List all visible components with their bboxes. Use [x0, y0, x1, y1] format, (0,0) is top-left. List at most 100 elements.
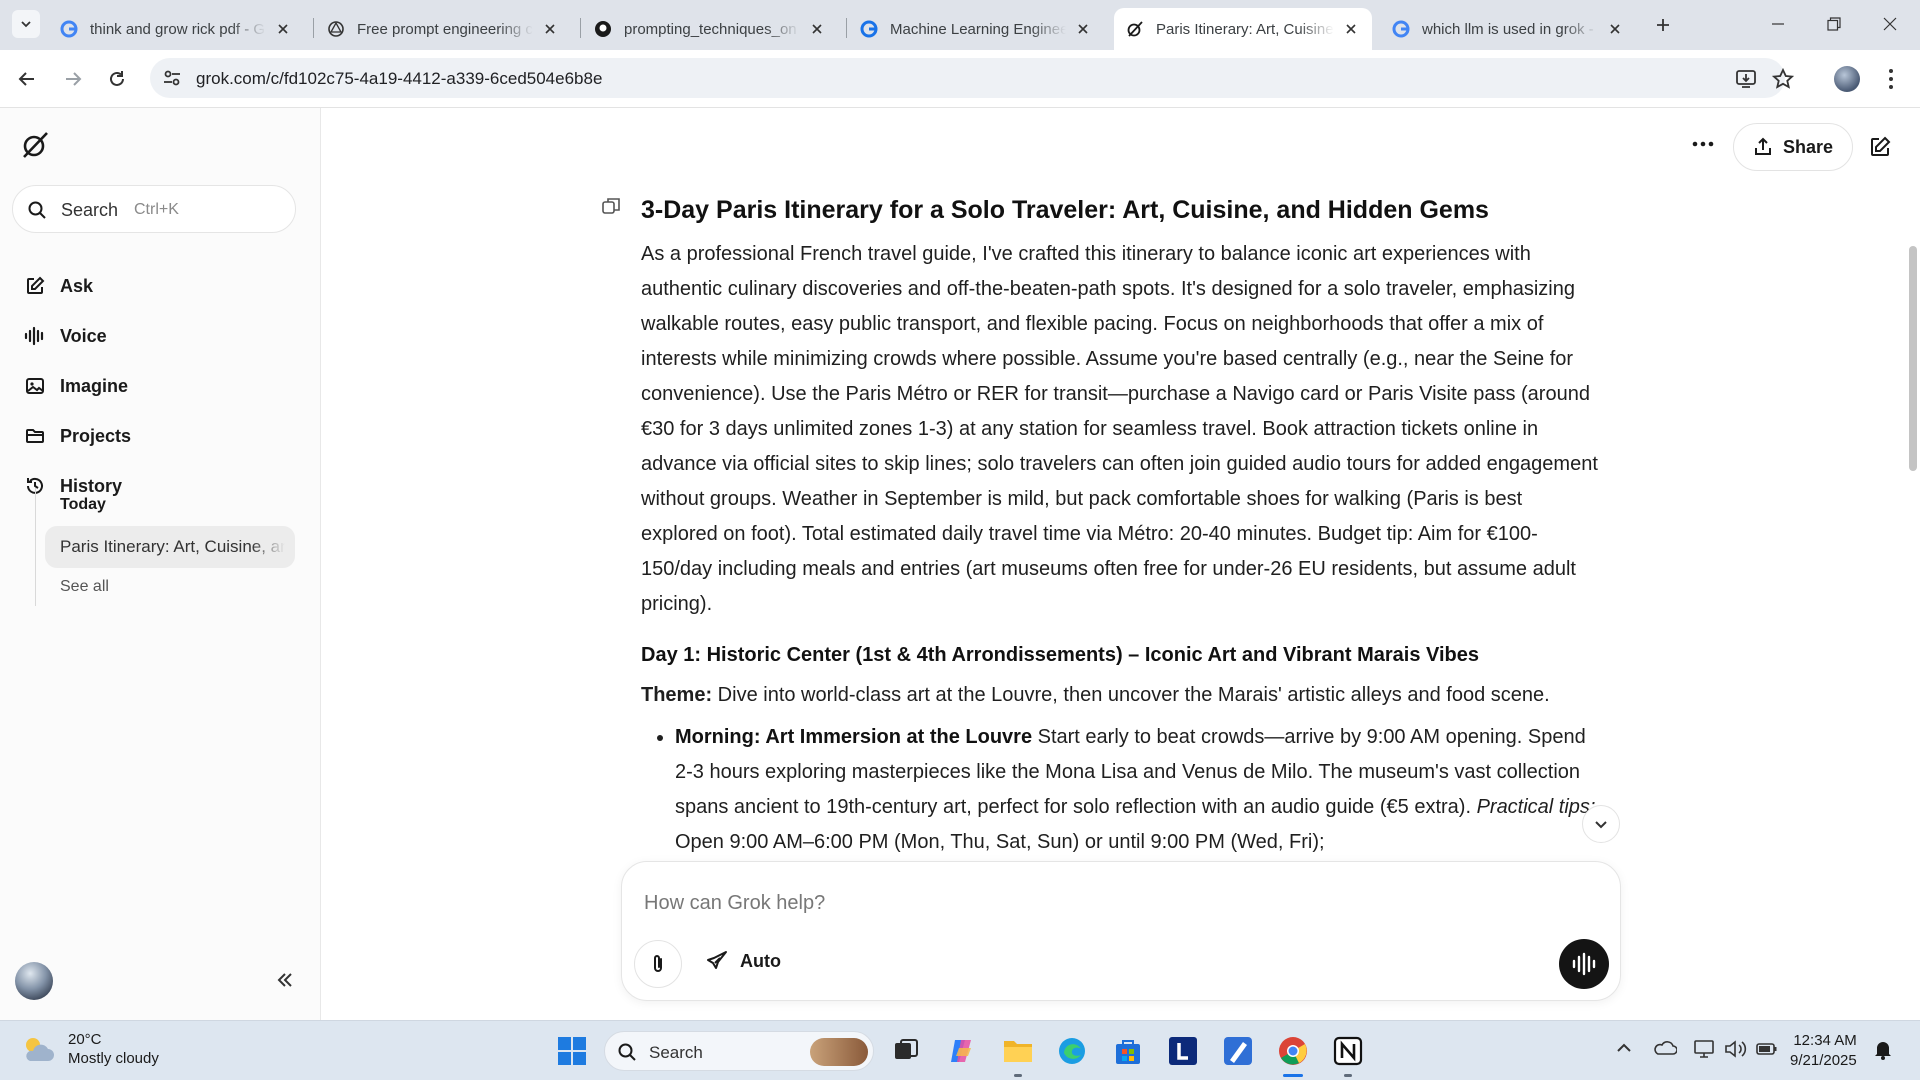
system-clock[interactable]: 12:34 AM 9/21/2025	[1790, 1031, 1857, 1071]
collapse-sidebar-icon[interactable]	[275, 970, 295, 990]
tab-search-button[interactable]	[12, 10, 40, 38]
close-icon[interactable]	[808, 20, 826, 38]
day1-list: Morning: Art Immersion at the Louvre Sta…	[641, 720, 1601, 860]
notion-icon	[1333, 1036, 1363, 1066]
profile-avatar[interactable]	[1834, 66, 1860, 92]
image-icon	[26, 378, 44, 394]
new-tab-button[interactable]	[1650, 12, 1676, 38]
openai-icon	[328, 21, 344, 37]
sidebar-item-label: Projects	[60, 425, 132, 446]
bookmark-star-icon[interactable]	[1772, 68, 1794, 90]
close-icon[interactable]	[1342, 20, 1360, 38]
taskbar-search[interactable]: Search	[604, 1031, 874, 1071]
history-divider	[35, 488, 36, 606]
network-icon[interactable]	[1693, 1039, 1715, 1059]
store-icon	[1116, 1040, 1140, 1064]
message-input[interactable]	[644, 886, 1544, 920]
share-button[interactable]: Share	[1733, 123, 1853, 171]
sidebar-item-label: Imagine	[60, 375, 129, 396]
history-item-active[interactable]: Paris Itinerary: Art, Cuisine, and Hidde…	[45, 526, 295, 568]
arrow-left-icon	[18, 72, 34, 86]
taskbar-search-label: Search	[649, 1043, 703, 1062]
browser-tab[interactable]: which llm is used in grok -	[1380, 8, 1636, 50]
scrollbar[interactable]	[1909, 246, 1917, 471]
theme-text: Dive into world-class art at the Louvre,…	[712, 684, 1550, 706]
minimize-button[interactable]	[1750, 0, 1806, 48]
waveform-icon	[1572, 952, 1596, 976]
sidebar-item-history[interactable]: History	[12, 465, 296, 507]
theme-paragraph: Theme: Dive into world-class art at the …	[641, 678, 1601, 712]
kebab-menu-icon[interactable]	[1880, 66, 1902, 92]
browser-tab[interactable]: prompting_techniques_on	[582, 8, 838, 50]
start-button[interactable]	[552, 1031, 592, 1071]
close-icon[interactable]	[274, 20, 292, 38]
day1-heading: Day 1: Historic Center (1st & 4th Arrond…	[641, 644, 1480, 666]
new-chat-icon[interactable]	[1869, 136, 1891, 158]
onedrive-cloud-icon[interactable]	[1653, 1039, 1677, 1057]
grok-logo-icon[interactable]	[20, 130, 50, 160]
taskbar-app-edge[interactable]	[1052, 1031, 1092, 1071]
share-icon	[1754, 137, 1771, 155]
notification-bell-icon[interactable]	[1873, 1039, 1893, 1061]
sidebar-search[interactable]: Search Ctrl+K	[12, 185, 296, 233]
attach-button[interactable]	[634, 940, 682, 988]
taskbar-app-chrome[interactable]	[1273, 1031, 1313, 1077]
restore-button[interactable]	[1806, 0, 1862, 48]
taskbar-app-file-explorer[interactable]	[998, 1031, 1038, 1077]
waveform-icon	[24, 326, 44, 346]
share-label: Share	[1782, 136, 1834, 157]
address-bar[interactable]: grok.com/c/fd102c75-4a19-4412-a339-6ced5…	[150, 58, 1794, 98]
more-options-icon[interactable]	[1691, 132, 1715, 156]
browser-tab[interactable]: Machine Learning Enginee	[848, 8, 1104, 50]
message-title: 3-Day Paris Itinerary for a Solo Travele…	[641, 196, 1489, 224]
paperclip-icon	[654, 955, 662, 972]
reload-icon	[110, 71, 124, 86]
install-app-icon[interactable]	[1735, 68, 1757, 90]
taskbar-app-notion[interactable]	[1328, 1031, 1368, 1077]
model-mode-selector[interactable]: Auto	[706, 950, 781, 972]
scroll-down-button[interactable]	[1582, 805, 1620, 843]
taskbar-app-pen[interactable]	[1218, 1031, 1258, 1071]
list-item: Morning: Art Immersion at the Louvre Sta…	[675, 720, 1601, 860]
taskbar-app-store[interactable]	[1108, 1031, 1148, 1071]
close-icon[interactable]	[541, 20, 559, 38]
taskbar-app-task-view[interactable]	[886, 1031, 926, 1071]
back-button[interactable]	[12, 64, 42, 94]
close-icon[interactable]	[1606, 20, 1624, 38]
browser-tab[interactable]: think and grow rick pdf - G	[48, 8, 304, 50]
browser-tab[interactable]: Free prompt engineering c	[315, 8, 571, 50]
folder-icon	[26, 429, 44, 443]
chrome-icon	[1279, 1037, 1307, 1065]
reload-button[interactable]	[102, 64, 132, 94]
restore-icon	[1827, 17, 1841, 31]
sidebar-item-label: Ask	[60, 275, 94, 296]
grok-icon	[1127, 21, 1143, 37]
voice-mode-button[interactable]	[1559, 939, 1609, 989]
taskbar-app-copilot[interactable]	[942, 1031, 982, 1071]
volume-icon[interactable]	[1724, 1039, 1748, 1059]
taskbar-app-l[interactable]	[1163, 1031, 1203, 1071]
weather-desc: Mostly cloudy	[68, 1050, 159, 1067]
chevron-down-icon	[21, 21, 31, 28]
close-icon[interactable]	[1074, 20, 1092, 38]
sidebar-item-voice[interactable]: Voice	[12, 315, 296, 357]
sidebar-item-ask[interactable]: Ask	[12, 265, 296, 307]
site-settings-icon[interactable]	[162, 68, 182, 88]
see-all-link[interactable]: See all	[60, 578, 109, 596]
sidebar-item-projects[interactable]: Projects	[12, 415, 296, 457]
weather-widget[interactable]: 20°C Mostly cloudy	[20, 1030, 159, 1068]
search-label: Search	[61, 200, 119, 220]
browser-tab-active[interactable]: Paris Itinerary: Art, Cuisine,	[1114, 8, 1372, 50]
tab-title: which llm is used in grok -	[1422, 20, 1594, 38]
copy-icon[interactable]	[601, 196, 621, 216]
url-text[interactable]: grok.com/c/fd102c75-4a19-4412-a339-6ced5…	[196, 69, 602, 89]
battery-icon[interactable]	[1755, 1039, 1779, 1059]
message-composer: Auto	[621, 861, 1621, 1001]
forward-button[interactable]	[58, 64, 88, 94]
close-window-button[interactable]	[1862, 0, 1918, 48]
user-avatar[interactable]	[15, 962, 53, 1000]
chevron-up-icon[interactable]	[1615, 1039, 1633, 1057]
google-icon	[1392, 20, 1410, 38]
plus-icon	[1657, 19, 1669, 31]
sidebar-item-imagine[interactable]: Imagine	[12, 365, 296, 407]
